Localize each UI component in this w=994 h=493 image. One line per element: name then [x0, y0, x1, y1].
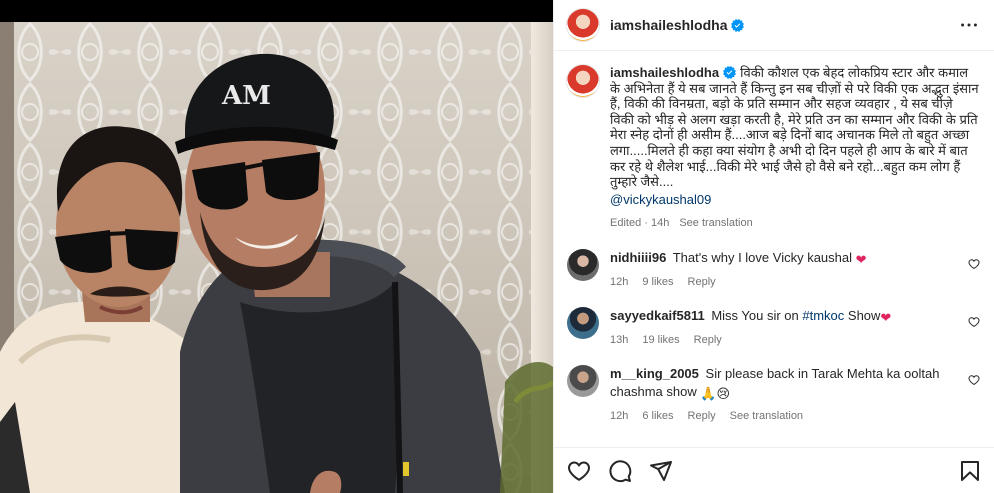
commenter-avatar[interactable] [567, 306, 599, 339]
comment-body-suffix: Show [844, 307, 881, 323]
save-button[interactable] [958, 459, 982, 483]
comment-like-heart-icon[interactable] [968, 258, 980, 270]
comment-text: nidhiiii96 That's why I love Vicky kaush… [610, 249, 950, 269]
paper-plane-icon [650, 460, 672, 481]
comment-body-prefix: Miss You sir on [711, 307, 803, 323]
commenter-avatar[interactable] [567, 364, 599, 397]
caption-body: विकी कौशल एक बेहद लोकप्रिय स्टार और कमाल… [610, 65, 979, 190]
author-avatar[interactable] [567, 9, 599, 41]
comment-reply-button[interactable]: Reply [694, 334, 722, 346]
comments-scroll-area[interactable]: iamshaileshlodha विकी कौशल एक बेहद लोकप्र… [554, 51, 994, 447]
comment-meta: 12h 6 likes Reply See translation [610, 410, 950, 422]
caption-see-translation[interactable]: See translation [679, 217, 752, 229]
post-header: iamshaileshlodha [554, 0, 994, 51]
pray-sad-emoji: 🙏😢 [700, 385, 731, 401]
verified-badge-icon [731, 18, 745, 32]
post-photo[interactable]: AM [0, 22, 553, 493]
red-heart-emoji: ❤ [855, 251, 867, 267]
comment-see-translation[interactable]: See translation [730, 410, 803, 422]
comment-hashtag-link[interactable]: #tmkoc [802, 308, 844, 323]
verified-badge-icon [723, 66, 737, 79]
bookmark-icon [961, 460, 979, 481]
comment-text: sayyedkaif5811 Miss You sir on #tmkoc Sh… [610, 307, 950, 327]
share-button[interactable] [649, 459, 673, 483]
comment-text: m__king_2005 Sir please back in Tarak Me… [610, 365, 950, 403]
post-details-panel: iamshaileshlodha iamshaileshlodha विकी क… [553, 0, 994, 493]
more-options-button[interactable] [958, 14, 980, 36]
comment-meta: 13h 19 likes Reply [610, 334, 950, 346]
red-heart-emoji: ❤ [880, 309, 892, 325]
comment-time: 12h [610, 409, 629, 422]
comment-like-heart-icon[interactable] [968, 374, 980, 386]
comment-likes[interactable]: 9 likes [642, 276, 673, 288]
comment-item: sayyedkaif5811 Miss You sir on #tmkoc Sh… [567, 306, 980, 346]
comment-likes[interactable]: 19 likes [642, 334, 679, 346]
post-media[interactable]: AM [0, 0, 553, 493]
commenter-avatar[interactable] [567, 248, 599, 281]
comment-reply-button[interactable]: Reply [688, 410, 716, 422]
comment-button[interactable] [608, 459, 632, 483]
like-button[interactable] [567, 459, 591, 483]
comment-item: nidhiiii96 That's why I love Vicky kaush… [567, 248, 980, 288]
comment-meta: 12h 9 likes Reply [610, 276, 950, 288]
author-username[interactable]: iamshaileshlodha [610, 17, 727, 33]
plant-decoration [500, 362, 553, 493]
caption-mention-link[interactable]: @vickykaushal09 [610, 192, 980, 207]
post-caption: iamshaileshlodha विकी कौशल एक बेहद लोकप्र… [567, 65, 980, 229]
caption-author-avatar[interactable] [567, 65, 599, 97]
heart-icon [567, 460, 591, 481]
caption-text: iamshaileshlodha विकी कौशल एक बेहद लोकप्र… [610, 65, 980, 190]
caption-username[interactable]: iamshaileshlodha [610, 65, 719, 80]
post-action-bar [554, 447, 994, 493]
comment-bubble-icon [609, 459, 632, 482]
comment-item: m__king_2005 Sir please back in Tarak Me… [567, 364, 980, 422]
comment-likes[interactable]: 6 likes [642, 410, 673, 422]
more-horizontal-icon [961, 23, 977, 27]
instagram-post-modal: AM iamshaileshlodha iamshaileshlodha विक… [0, 0, 994, 493]
comment-username[interactable]: nidhiiii96 [610, 250, 666, 265]
caption-meta: Edited · 14h See translation [610, 217, 980, 229]
comment-like-heart-icon[interactable] [968, 316, 980, 328]
comment-time: 12h [610, 275, 629, 288]
comment-body: That's why I love Vicky kaushal [672, 249, 852, 265]
comment-username[interactable]: m__king_2005 [610, 366, 699, 381]
comment-username[interactable]: sayyedkaif5811 [610, 308, 705, 323]
comment-reply-button[interactable]: Reply [688, 276, 716, 288]
caption-edited-time: Edited · 14h [610, 216, 670, 229]
comment-time: 13h [610, 333, 629, 346]
